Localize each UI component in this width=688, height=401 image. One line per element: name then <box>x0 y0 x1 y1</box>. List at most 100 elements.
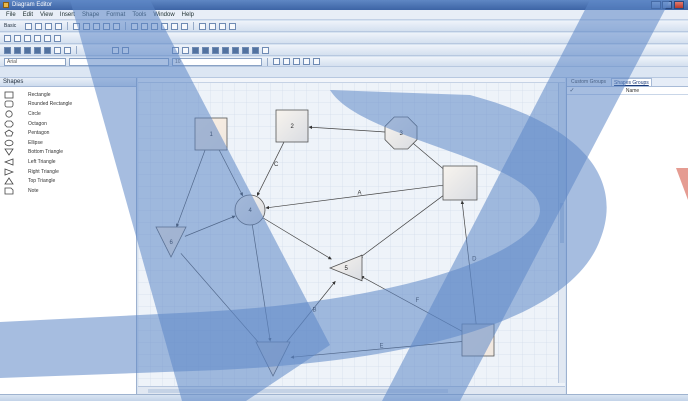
shape-item[interactable]: Ellipse <box>0 138 136 148</box>
undo-icon[interactable] <box>103 22 111 30</box>
dropdown-icon[interactable] <box>54 34 61 42</box>
text-icon[interactable] <box>161 22 169 30</box>
arrange-icon[interactable] <box>262 46 269 54</box>
zoom-out-icon[interactable] <box>181 22 189 30</box>
node-shape[interactable] <box>461 323 495 357</box>
close-button[interactable] <box>674 1 684 9</box>
minimize-button[interactable] <box>651 1 661 9</box>
name-column-header[interactable]: Name <box>577 88 688 94</box>
vertical-scrollbar[interactable] <box>558 83 565 383</box>
diagram-node-square[interactable]: 1 <box>194 117 228 151</box>
select-all-icon[interactable] <box>4 34 11 42</box>
font-combo[interactable]: Arial <box>4 57 66 66</box>
shape-item[interactable]: Rectangle <box>0 90 136 100</box>
tab-shapes-groups[interactable]: Shapes Groups <box>611 78 652 86</box>
menu-view[interactable]: View <box>40 12 53 18</box>
shape-item[interactable]: Left Triangle <box>0 157 136 167</box>
shape-item[interactable]: Note <box>0 186 136 196</box>
diagram-drawing[interactable]: CABFED 123465 <box>138 78 565 394</box>
maximize-button[interactable] <box>662 1 672 9</box>
arrange-icon[interactable] <box>182 46 189 54</box>
node-shape[interactable] <box>442 165 478 201</box>
top-triangle-icon <box>4 177 14 185</box>
line-color-icon[interactable] <box>313 58 320 65</box>
shape-item-label: Rounded Rectangle <box>28 101 73 108</box>
arrange-icon[interactable] <box>212 46 219 54</box>
layout-icon[interactable] <box>64 46 71 54</box>
layout-icon[interactable] <box>24 46 31 54</box>
italic-icon[interactable] <box>283 58 290 65</box>
layout-icon[interactable] <box>34 46 41 54</box>
menu-insert[interactable]: Insert <box>60 12 75 18</box>
underline-icon[interactable] <box>293 58 300 65</box>
menu-edit[interactable]: Edit <box>23 12 33 18</box>
arrange-icon[interactable] <box>252 46 259 54</box>
size-combo[interactable]: 10 <box>172 57 262 66</box>
layout-icon[interactable] <box>4 46 11 54</box>
arrange-icon[interactable] <box>232 46 239 54</box>
diagram-node-square[interactable] <box>442 165 478 201</box>
shape-item[interactable]: Circle <box>0 109 136 119</box>
line-icon[interactable] <box>151 22 159 30</box>
menu-shape[interactable]: Shape <box>82 12 99 18</box>
layout-icon[interactable] <box>44 46 51 54</box>
pointer-icon[interactable] <box>131 22 139 30</box>
group-icon[interactable] <box>199 22 207 30</box>
shape-item[interactable]: Top Triangle <box>0 176 136 186</box>
copy-icon[interactable] <box>83 22 91 30</box>
bring-front-icon[interactable] <box>219 22 227 30</box>
delete-icon[interactable] <box>14 34 21 42</box>
check-icon[interactable]: ✓ <box>567 87 577 94</box>
tab-custom-groups[interactable]: Custom Groups <box>569 78 608 86</box>
shape-item[interactable]: Rounded Rectangle <box>0 100 136 110</box>
menu-tools[interactable]: Tools <box>132 12 146 18</box>
horizontal-scroll-thumb[interactable] <box>148 389 448 393</box>
diagram-canvas[interactable]: CABFED 123465 <box>138 78 565 394</box>
bold-icon[interactable] <box>273 58 280 65</box>
diagram-node-square[interactable] <box>461 323 495 357</box>
align-right-icon[interactable] <box>44 34 51 42</box>
toolbar-separator <box>267 57 268 66</box>
diagram-node-octagon[interactable]: 3 <box>384 116 418 150</box>
new-icon[interactable] <box>25 22 33 30</box>
window-title: Diagram Editor <box>12 2 53 8</box>
ungroup-icon[interactable] <box>209 22 217 30</box>
layout-icon[interactable] <box>54 46 61 54</box>
shape-item[interactable]: Bottom Triangle <box>0 148 136 158</box>
fill-color-icon[interactable] <box>303 58 310 65</box>
style-combo[interactable] <box>69 57 169 66</box>
arrange-icon[interactable] <box>112 46 119 54</box>
menu-file[interactable]: File <box>6 12 16 18</box>
cut-icon[interactable] <box>73 22 81 30</box>
shape-item[interactable]: Right Triangle <box>0 167 136 177</box>
print-icon[interactable] <box>55 22 63 30</box>
connector-icon[interactable] <box>141 22 149 30</box>
menu-help[interactable]: Help <box>182 12 194 18</box>
arrange-icon[interactable] <box>242 46 249 54</box>
rounded-rectangle-icon <box>4 100 14 108</box>
arrange-icon[interactable] <box>192 46 199 54</box>
zoom-in-icon[interactable] <box>171 22 179 30</box>
shape-item[interactable]: Octagon <box>0 119 136 129</box>
diagram-node-circle[interactable]: 4 <box>234 194 266 226</box>
diagram-node-square[interactable]: 2 <box>275 109 309 143</box>
arrange-icon[interactable] <box>202 46 209 54</box>
layout-icon[interactable] <box>14 46 21 54</box>
horizontal-scrollbar[interactable] <box>138 386 565 394</box>
redo-icon[interactable] <box>113 22 121 30</box>
menu-format[interactable]: Format <box>106 12 125 18</box>
open-icon[interactable] <box>35 22 43 30</box>
shape-item[interactable]: Pentagon <box>0 128 136 138</box>
paste-icon[interactable] <box>93 22 101 30</box>
arrange-icon[interactable] <box>122 46 129 54</box>
menu-window[interactable]: Window <box>153 12 174 18</box>
vertical-scroll-thumb[interactable] <box>560 203 564 243</box>
arrange-icon[interactable] <box>222 46 229 54</box>
app-icon <box>3 2 9 8</box>
arrange-icon[interactable] <box>172 46 179 54</box>
save-icon[interactable] <box>45 22 53 30</box>
align-left-icon[interactable] <box>24 34 31 42</box>
shape-item-label: Top Triangle <box>28 178 56 185</box>
send-back-icon[interactable] <box>229 22 237 30</box>
align-center-icon[interactable] <box>34 34 41 42</box>
